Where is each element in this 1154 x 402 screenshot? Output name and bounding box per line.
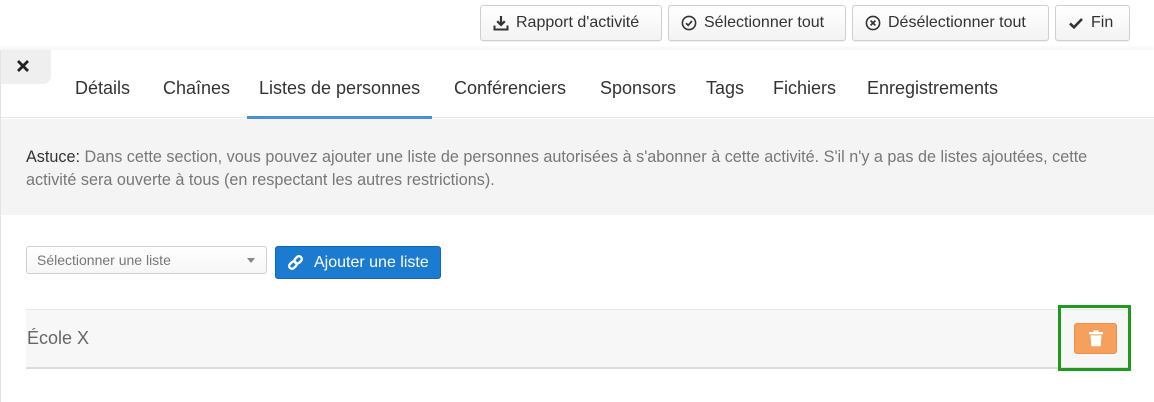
add-list-button[interactable]: Ajouter une liste — [275, 246, 441, 279]
tab-recordings[interactable]: Enregistrements — [867, 78, 998, 99]
list-item: École X — [26, 309, 1130, 369]
close-icon — [17, 60, 29, 72]
tab-channels[interactable]: Chaînes — [163, 78, 230, 99]
done-button[interactable]: Fin — [1055, 5, 1130, 41]
select-all-label: Sélectionner tout — [704, 14, 825, 31]
activity-report-button[interactable]: Rapport d'activité — [480, 5, 662, 41]
link-icon — [288, 255, 303, 270]
tab-speakers[interactable]: Conférenciers — [454, 78, 566, 99]
trash-icon — [1088, 330, 1103, 347]
top-toolbar: Rapport d'activité Sélectionner tout Dés… — [0, 0, 1154, 50]
tab-details[interactable]: Détails — [75, 78, 130, 99]
x-circle-icon — [865, 15, 881, 31]
check-icon — [1069, 18, 1083, 30]
delete-list-button[interactable] — [1074, 323, 1117, 354]
tip-text: Dans cette section, vous pouvez ajouter … — [26, 148, 1088, 189]
tip-box: Astuce: Dans cette section, vous pouvez … — [1, 119, 1154, 215]
tab-bar: Détails Chaînes Listes de personnes Conf… — [1, 50, 1154, 119]
deselect-all-label: Désélectionner tout — [888, 14, 1026, 31]
close-panel-button[interactable] — [1, 50, 51, 84]
deselect-all-button[interactable]: Désélectionner tout — [852, 5, 1049, 41]
list-select-placeholder: Sélectionner une liste — [37, 252, 171, 268]
check-circle-icon — [681, 15, 697, 31]
select-all-button[interactable]: Sélectionner tout — [668, 5, 846, 41]
download-icon — [493, 16, 509, 31]
tip-label: Astuce: — [26, 148, 80, 166]
tab-files[interactable]: Fichiers — [773, 78, 836, 99]
done-label: Fin — [1091, 14, 1114, 31]
tab-people-lists[interactable]: Listes de personnes — [246, 78, 433, 119]
list-item-name: École X — [27, 328, 90, 348]
add-list-label: Ajouter une liste — [314, 253, 429, 271]
activity-report-label: Rapport d'activité — [516, 14, 640, 31]
list-select[interactable]: Sélectionner une liste — [26, 246, 267, 274]
tab-tags[interactable]: Tags — [706, 78, 744, 99]
chevron-down-icon — [247, 258, 255, 263]
activity-panel: Détails Chaînes Listes de personnes Conf… — [0, 50, 1154, 402]
tab-sponsors[interactable]: Sponsors — [600, 78, 676, 99]
